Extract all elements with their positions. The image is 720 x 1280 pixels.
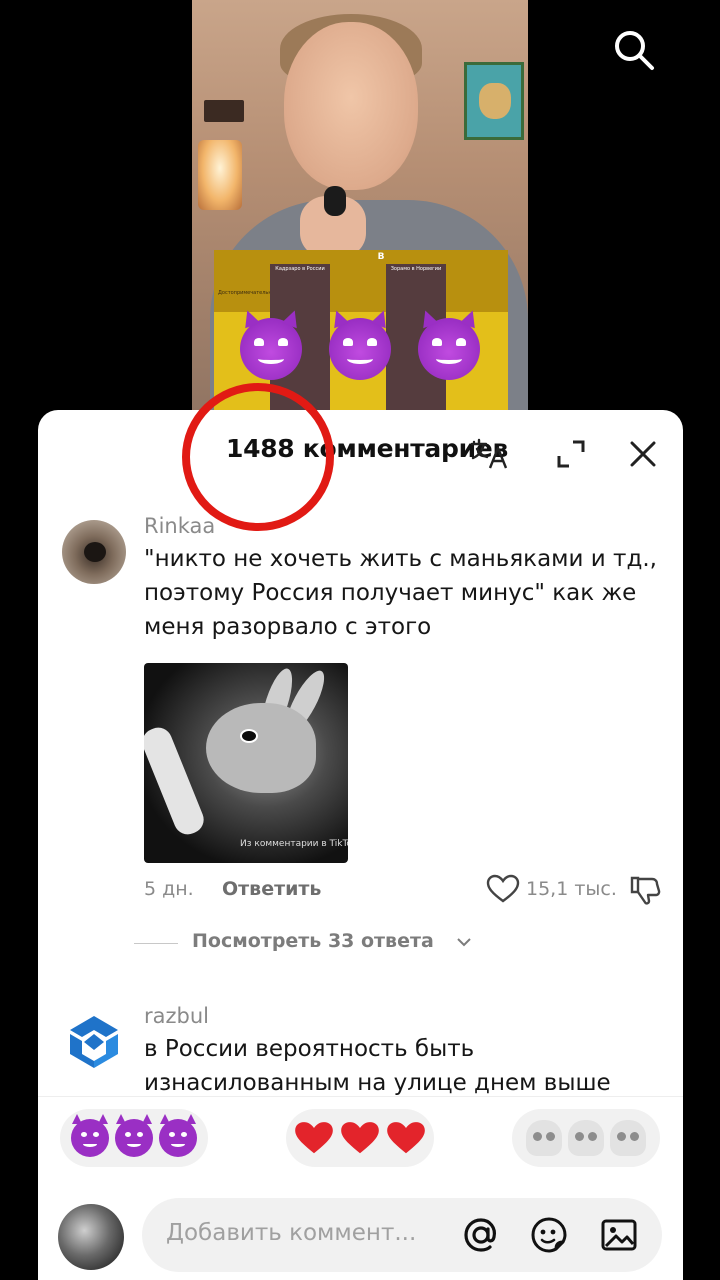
comment-item: razbul в России вероятность быть изнасил… bbox=[38, 1000, 683, 1100]
comment-count: 1488 комментариев bbox=[226, 434, 508, 463]
reaction-heart-button[interactable] bbox=[286, 1109, 434, 1167]
image-watermark: Из комментарии в TikTok bbox=[240, 839, 348, 849]
skull-emoji bbox=[568, 1120, 604, 1156]
emoji-sticker-icon[interactable] bbox=[530, 1216, 568, 1254]
person-head bbox=[284, 22, 418, 190]
reply-button[interactable]: Ответить bbox=[222, 878, 321, 900]
dislike-icon[interactable] bbox=[628, 874, 662, 906]
comment-input[interactable]: Добавить коммент... bbox=[142, 1198, 662, 1272]
translate-icon[interactable] bbox=[470, 436, 510, 470]
shelf bbox=[204, 100, 244, 122]
user-avatar[interactable] bbox=[58, 1204, 124, 1270]
comments-header: 1488 комментариев bbox=[38, 410, 683, 494]
like-count: 15,1 тыс. bbox=[526, 878, 617, 900]
expand-icon[interactable] bbox=[555, 438, 587, 470]
image-icon[interactable] bbox=[600, 1216, 638, 1254]
comment-username[interactable]: Rinkaa bbox=[144, 514, 215, 538]
devil-emoji bbox=[240, 318, 302, 380]
devil-emoji bbox=[71, 1114, 109, 1157]
devil-emoji bbox=[115, 1114, 153, 1157]
devil-emoji bbox=[159, 1114, 197, 1157]
microphone bbox=[324, 186, 346, 216]
heart-emoji bbox=[341, 1122, 379, 1154]
wall-poster bbox=[464, 62, 524, 140]
lamp bbox=[198, 140, 242, 210]
comment-text: в России вероятность быть изнасилованным… bbox=[144, 1036, 611, 1096]
search-icon[interactable] bbox=[612, 28, 656, 72]
video-player[interactable]: B Достопримечательности Кадрзаро в Росси… bbox=[192, 0, 528, 430]
table-badge: B bbox=[377, 252, 385, 262]
heart-emoji bbox=[387, 1122, 425, 1154]
devil-emoji bbox=[329, 318, 391, 380]
avatar[interactable] bbox=[62, 520, 126, 584]
avatar[interactable] bbox=[62, 1010, 126, 1074]
comment-image[interactable]: Из комментарии в TikTok bbox=[144, 663, 348, 863]
quick-reactions-bar bbox=[38, 1096, 683, 1180]
view-replies-button[interactable]: Посмотреть 33 ответа bbox=[134, 928, 554, 958]
devil-emoji bbox=[418, 318, 480, 380]
reaction-skull-button[interactable] bbox=[512, 1109, 660, 1167]
mention-icon[interactable] bbox=[462, 1216, 500, 1254]
comment-time: 5 дн. bbox=[144, 878, 194, 900]
comment-input-bar: Добавить коммент... bbox=[38, 1180, 683, 1280]
skull-emoji bbox=[526, 1120, 562, 1156]
comment-input-placeholder: Добавить коммент... bbox=[166, 1220, 417, 1246]
comment-text: "никто не хочеть жить с маньяками и тд.,… bbox=[144, 546, 657, 640]
chevron-down-icon bbox=[457, 938, 471, 947]
comment-username[interactable]: razbul bbox=[144, 1004, 209, 1028]
devil-emoji-overlay bbox=[240, 318, 480, 384]
comment-item: Rinkaa "никто не хочеть жить с маньяками… bbox=[38, 510, 683, 990]
comments-sheet: 1488 комментариев Rinkaa "никто не хочет… bbox=[38, 410, 683, 1280]
heart-icon[interactable] bbox=[486, 874, 520, 904]
skull-emoji bbox=[610, 1120, 646, 1156]
close-icon[interactable] bbox=[629, 440, 657, 468]
heart-emoji bbox=[295, 1122, 333, 1154]
view-replies-label: Посмотреть 33 ответа bbox=[192, 930, 434, 952]
reaction-devil-button[interactable] bbox=[60, 1109, 208, 1167]
